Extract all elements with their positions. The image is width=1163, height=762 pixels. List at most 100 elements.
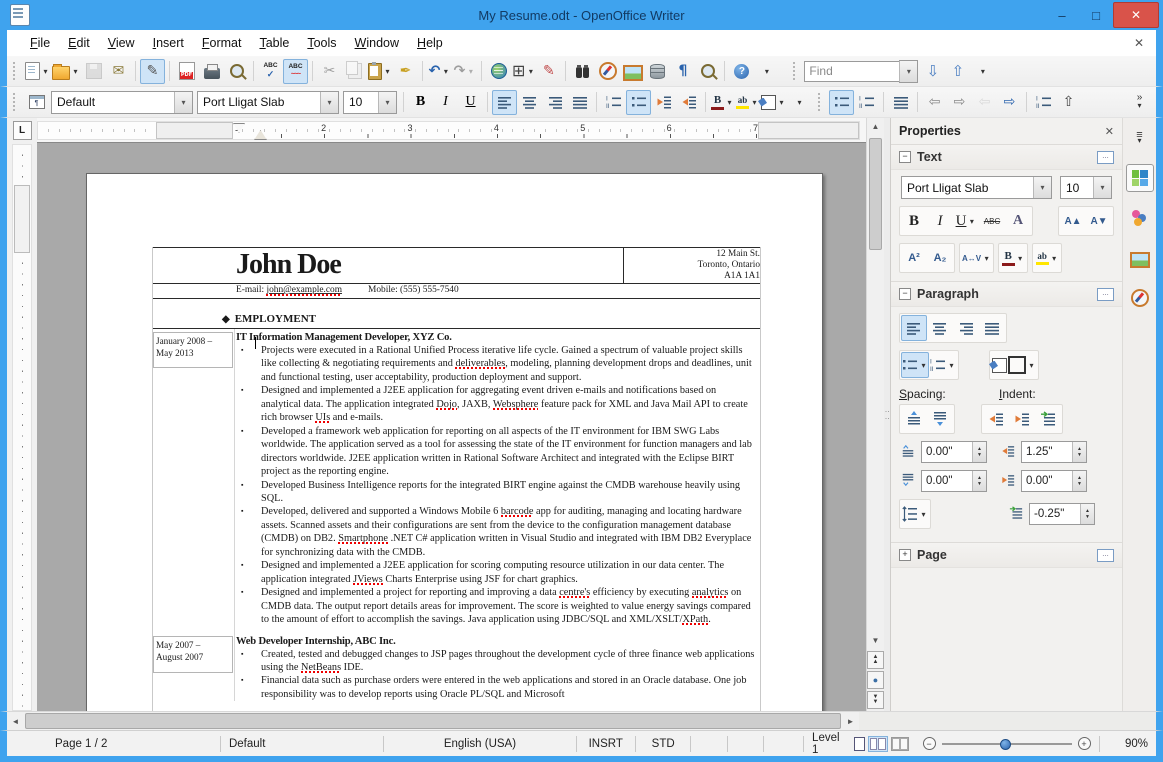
spelling-button[interactable]: ABC ✓ xyxy=(258,59,283,84)
above-paragraph-spacing-field[interactable]: 0.00" ▲ ▼ xyxy=(921,441,987,463)
redo-button[interactable]: ↷ ▾ xyxy=(452,59,477,84)
find-previous-button[interactable]: ⇧ xyxy=(945,59,970,84)
sb-align-center-button[interactable] xyxy=(927,315,953,341)
font-size-combo[interactable]: 10 ▾ xyxy=(343,90,397,114)
page-more-options-icon[interactable]: … xyxy=(1097,548,1114,562)
font-combo-arrow[interactable]: ▾ xyxy=(320,91,338,113)
collapse-icon[interactable]: − xyxy=(899,288,911,300)
subscript-button[interactable]: A₂ xyxy=(927,245,953,271)
resume-address[interactable]: 12 Main St. Toronto, Ontario A1A 1A1 xyxy=(623,248,762,283)
resume-contact-row[interactable]: E-mail: john@example.com Mobile: (555) 5… xyxy=(153,284,760,299)
undo-button[interactable]: ↶ ▾ xyxy=(427,59,452,84)
bullets-toolbar-grip[interactable] xyxy=(818,93,824,111)
spin-buttons[interactable]: ▲ ▼ xyxy=(1072,442,1086,462)
menu-item[interactable]: File xyxy=(21,32,59,54)
email-link[interactable]: john@example.com xyxy=(266,285,342,295)
spin-buttons[interactable]: ▲ ▼ xyxy=(972,471,986,491)
page-preview-button[interactable] xyxy=(224,59,249,84)
promote-subpoints-button[interactable]: ⇦ xyxy=(972,90,997,115)
sidebar-menu-button[interactable]: ≡ ▾ xyxy=(1126,124,1154,152)
sb-character-dialog-button[interactable]: A xyxy=(1005,208,1031,234)
resume-bullet-item[interactable]: ▪ Financial data such as purchase orders… xyxy=(236,674,760,701)
help-button[interactable]: ? xyxy=(729,59,754,84)
close-button[interactable]: ✕ xyxy=(1113,2,1159,28)
align-center-button[interactable] xyxy=(517,90,542,115)
copy-button[interactable] xyxy=(342,59,367,84)
no-list-button[interactable] xyxy=(888,90,913,115)
numbered-list-button[interactable] xyxy=(601,90,626,115)
find-overflow-button[interactable]: ▾ xyxy=(970,59,995,84)
find-replace-button[interactable] xyxy=(570,59,595,84)
tab-navigator[interactable] xyxy=(1126,284,1154,312)
spin-buttons[interactable]: ▲ ▼ xyxy=(1080,504,1094,524)
new-dropdown-arrow[interactable]: ▾ xyxy=(41,67,50,76)
status-zoom-percent[interactable]: 90% xyxy=(1098,735,1156,752)
underline-dropdown-arrow[interactable]: ▾ xyxy=(967,217,976,226)
zoom-slider-thumb[interactable] xyxy=(1000,738,1012,750)
job-title[interactable]: IT Information Management Developer, XYZ… xyxy=(236,331,760,344)
resume-bullet-item[interactable]: ▪ Designed and implemented a J2EE applic… xyxy=(236,384,760,424)
restart-numbering-button[interactable] xyxy=(1031,90,1056,115)
sb-bold-button[interactable]: B xyxy=(901,208,927,234)
find-dropdown-arrow[interactable]: ▾ xyxy=(899,60,918,82)
zoom-button[interactable] xyxy=(695,59,720,84)
grow-font-button[interactable]: A▲ xyxy=(1060,208,1086,234)
sidebar-font-size-combo[interactable]: 10 ▾ xyxy=(1060,176,1112,199)
formatting-toolbar-grip[interactable] xyxy=(13,93,19,111)
tab-gallery[interactable] xyxy=(1126,244,1154,272)
menu-item[interactable]: Format xyxy=(193,32,251,54)
status-document-modified[interactable] xyxy=(691,735,728,752)
menu-item[interactable]: Window xyxy=(346,32,408,54)
font-name-combo[interactable]: Port Lligat Slab ▾ xyxy=(197,90,339,114)
status-language[interactable]: English (USA) xyxy=(384,735,577,752)
sb-decrease-indent-button[interactable] xyxy=(1009,406,1035,432)
page-section-header[interactable]: + Page … xyxy=(891,542,1122,568)
resume-bullet-item[interactable]: ▪ Designed and implemented a J2EE applic… xyxy=(236,559,760,586)
background-color-arrow[interactable]: ▾ xyxy=(777,98,786,107)
sb-italic-button[interactable]: I xyxy=(927,208,953,234)
status-insert-mode[interactable]: INSRT xyxy=(577,735,636,752)
new-document-button[interactable]: ▾ xyxy=(24,59,51,84)
multi-page-view-button[interactable] xyxy=(867,735,888,752)
decrease-indent-button[interactable] xyxy=(651,90,676,115)
sb-align-right-button[interactable] xyxy=(953,315,979,341)
gallery-button[interactable] xyxy=(620,59,645,84)
highlighting-button[interactable]: ab ▾ xyxy=(735,90,760,115)
resume-bullet-item[interactable]: ▪ Developed, delivered and supported a W… xyxy=(236,505,760,559)
resume-bullet-item[interactable]: ▪ Created, tested and debugged changes t… xyxy=(236,648,760,675)
first-line-indent-field[interactable]: -0.25" ▲ ▼ xyxy=(1029,503,1095,525)
menu-item[interactable]: Insert xyxy=(144,32,193,54)
export-pdf-button[interactable]: PDF xyxy=(174,59,199,84)
email-button[interactable]: ✉ xyxy=(106,59,131,84)
align-right-button[interactable] xyxy=(542,90,567,115)
status-outline-level[interactable]: Level 1 xyxy=(804,732,848,756)
promote-level-button[interactable]: ⇦ xyxy=(922,90,947,115)
horizontal-ruler[interactable]: 1234567 xyxy=(37,118,866,142)
scroll-right-button[interactable]: ► xyxy=(842,713,859,730)
print-button[interactable] xyxy=(199,59,224,84)
sb-align-left-button[interactable] xyxy=(901,315,927,341)
undo-dropdown-arrow[interactable]: ▾ xyxy=(441,67,450,76)
bn-bullet-list-button[interactable] xyxy=(829,89,854,115)
character-spacing-button[interactable]: A↔V ▾ xyxy=(961,245,992,271)
status-selection-mode[interactable]: STD xyxy=(636,735,692,752)
toolbar-overflow-button[interactable]: ▾ xyxy=(754,59,779,84)
cut-button[interactable]: ✂ xyxy=(317,59,342,84)
paste-dropdown-arrow[interactable]: ▾ xyxy=(383,67,392,76)
spin-buttons[interactable]: ▲ ▼ xyxy=(972,442,986,462)
book-view-button[interactable] xyxy=(890,736,909,751)
next-page-button[interactable]: ▼ ▼ xyxy=(867,691,884,709)
redo-dropdown-arrow[interactable]: ▾ xyxy=(466,67,475,76)
status-page-number[interactable]: Page 1 / 2 xyxy=(7,735,221,752)
line-spacing-button[interactable]: ▾ xyxy=(901,501,929,527)
vertical-ruler[interactable] xyxy=(12,144,32,711)
sb-strikethrough-button[interactable]: ABC xyxy=(979,208,1005,234)
sb-font-color-button[interactable]: B ▾ xyxy=(1000,245,1026,271)
underline-button[interactable]: U xyxy=(458,90,483,115)
sb-background-color-button[interactable]: ▾ xyxy=(991,352,1037,378)
single-page-view-button[interactable] xyxy=(853,736,865,751)
vertical-scroll-thumb[interactable] xyxy=(869,138,882,250)
font-color-button[interactable]: B ▾ xyxy=(710,90,735,115)
menu-item[interactable]: View xyxy=(99,32,144,54)
vertical-scroll-track[interactable] xyxy=(867,135,884,632)
